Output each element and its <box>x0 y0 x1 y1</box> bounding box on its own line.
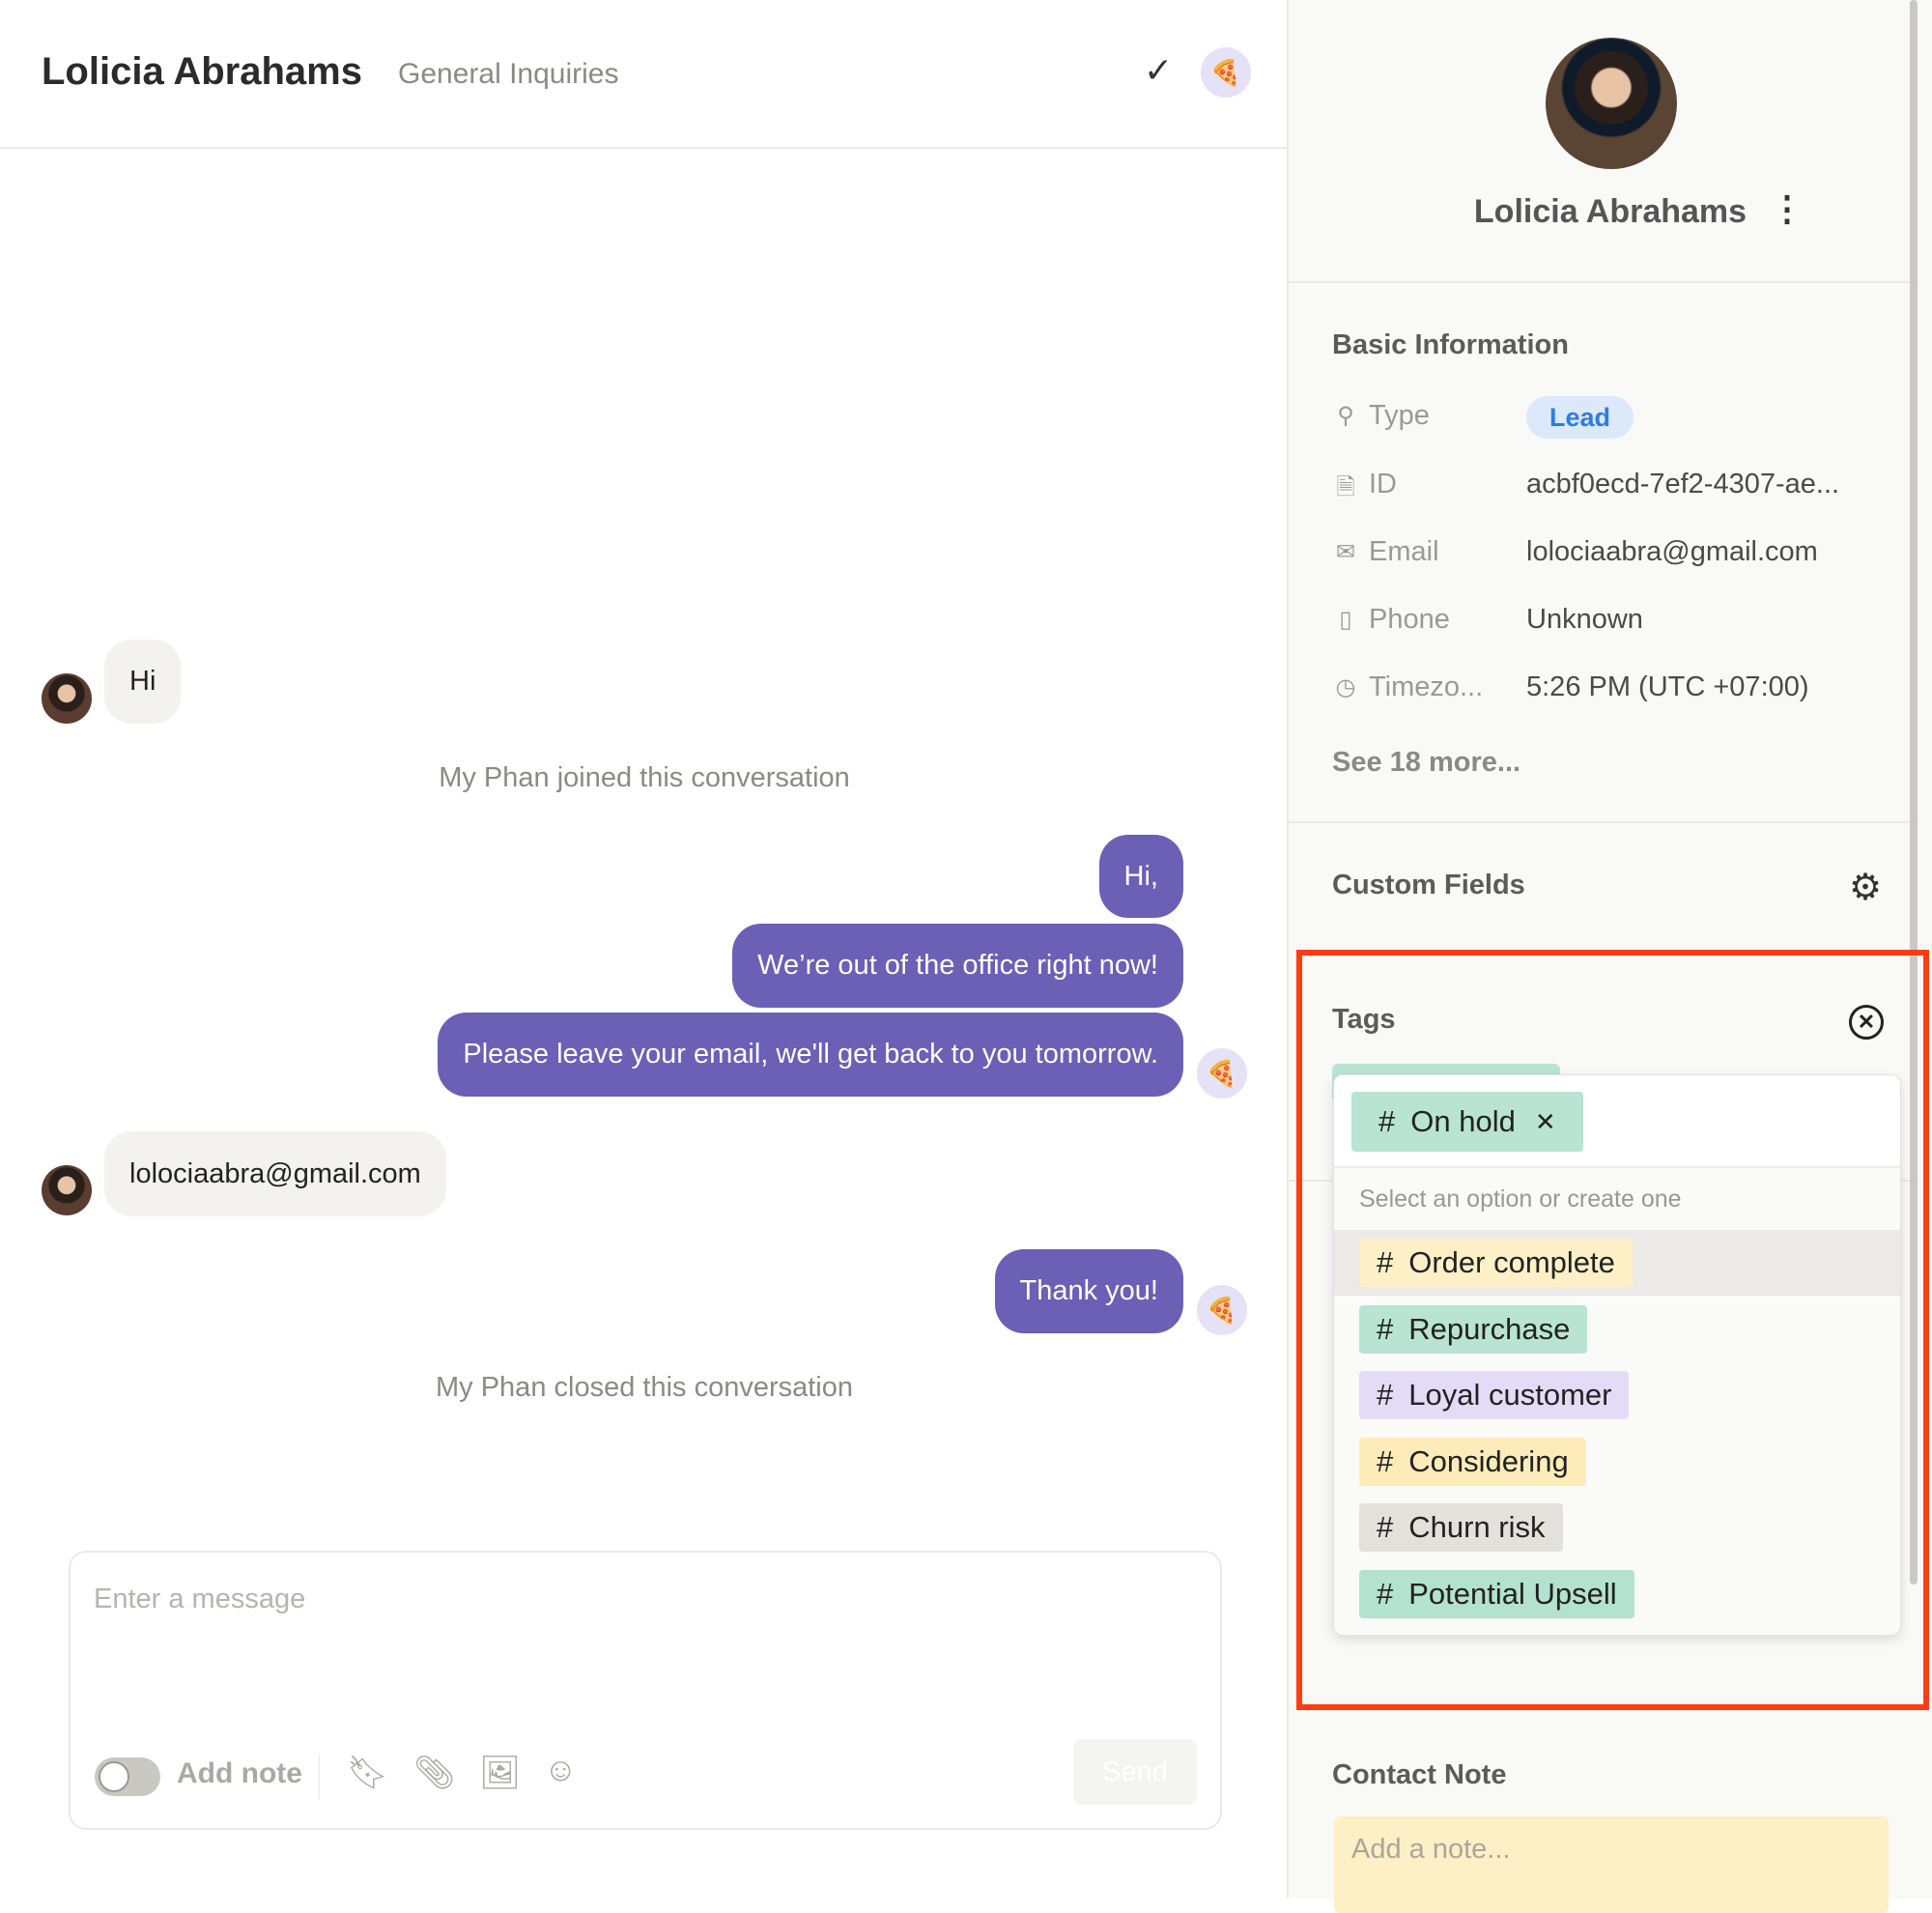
add-note-toggle[interactable] <box>95 1757 160 1796</box>
contact-avatar <box>42 673 92 724</box>
basic-info-title: Basic Information <box>1332 329 1569 360</box>
add-note-label[interactable]: Add note <box>177 1757 302 1790</box>
pizza-icon: 🍕 <box>1209 57 1242 87</box>
field-value: 5:26 PM (UTC +07:00) <box>1526 671 1809 702</box>
conversation-header: Lolicia Abrahams General Inquiries ✓ 🍕 <box>0 0 1289 149</box>
person-icon: ⚲ <box>1337 403 1354 429</box>
agent-avatar: 🍕 <box>1197 1048 1247 1099</box>
contact-title: Lolicia Abrahams <box>42 50 362 93</box>
send-button[interactable]: Send <box>1073 1739 1197 1805</box>
message-bubble: Please leave your email, we'll get back … <box>438 1013 1183 1097</box>
divider <box>1289 821 1918 823</box>
bookmark-icon[interactable]: 🔖︎ <box>347 1754 388 1792</box>
highlight-box <box>1296 950 1929 1710</box>
message-input[interactable]: Enter a message <box>94 1584 305 1615</box>
field-value[interactable]: lolociaabra@gmail.com <box>1526 536 1818 568</box>
type-badge[interactable]: Lead <box>1526 396 1634 439</box>
message-bubble: lolociaabra@gmail.com <box>104 1131 446 1216</box>
system-message: My Phan joined this conversation <box>439 762 850 793</box>
attachment-icon[interactable]: 📎︎ <box>413 1754 455 1792</box>
agent-avatar[interactable]: 🍕 <box>1201 47 1251 98</box>
message-bubble: Thank you! <box>994 1249 1183 1333</box>
divider <box>1289 281 1918 283</box>
divider <box>319 1754 320 1800</box>
field-value[interactable]: acbf0ecd-7ef2-4307-ae... <box>1526 469 1839 500</box>
field-label: ID <box>1369 469 1397 500</box>
phone-icon: ▯ <box>1339 607 1352 633</box>
pizza-icon: 🍕 <box>1206 1295 1238 1325</box>
contact-avatar-large <box>1546 38 1677 169</box>
resolve-check-icon[interactable]: ✓ <box>1144 50 1173 91</box>
system-message: My Phan closed this conversation <box>436 1372 853 1403</box>
field-value[interactable]: Unknown <box>1526 604 1643 636</box>
field-label: Type <box>1369 400 1430 431</box>
message-bubble: Hi, <box>1098 835 1183 918</box>
contact-name: Lolicia Abrahams <box>1473 193 1747 230</box>
inbox-name: General Inquiries <box>398 58 619 90</box>
mail-icon: ✉ <box>1335 539 1356 565</box>
contact-note-input[interactable]: Add a note... <box>1334 1816 1889 1913</box>
message-composer: Enter a message Add note 🔖︎ 📎︎ 🖼︎ ☺ Send <box>69 1551 1222 1830</box>
contact-sidebar: Lolicia Abrahams ⋮ Basic Information ⚲ T… <box>1289 0 1932 1913</box>
agent-avatar: 🍕 <box>1197 1285 1247 1335</box>
message-bubble: Hi <box>104 640 182 724</box>
message-bubble: We’re out of the office right now! <box>732 924 1183 1008</box>
pizza-icon: 🍕 <box>1206 1058 1238 1088</box>
emoji-icon[interactable]: ☺ <box>544 1752 578 1789</box>
conversation-panel: Lolicia Abrahams General Inquiries ✓ 🍕 H… <box>0 0 1289 1899</box>
field-label: Timezo... <box>1369 671 1484 702</box>
field-label: Phone <box>1369 604 1450 635</box>
more-options-icon[interactable]: ⋮ <box>1770 191 1804 226</box>
custom-fields-title: Custom Fields <box>1332 870 1525 900</box>
clock-icon: ◷ <box>1335 674 1356 700</box>
image-icon[interactable]: 🖼︎ <box>479 1754 521 1792</box>
document-icon: 🗎︎ <box>1336 474 1355 500</box>
contact-note-title: Contact Note <box>1332 1759 1507 1790</box>
contact-avatar <box>42 1165 92 1215</box>
see-more-link[interactable]: See 18 more... <box>1332 747 1520 779</box>
gear-icon[interactable]: ⚙ <box>1849 866 1882 909</box>
field-label: Email <box>1369 536 1439 567</box>
